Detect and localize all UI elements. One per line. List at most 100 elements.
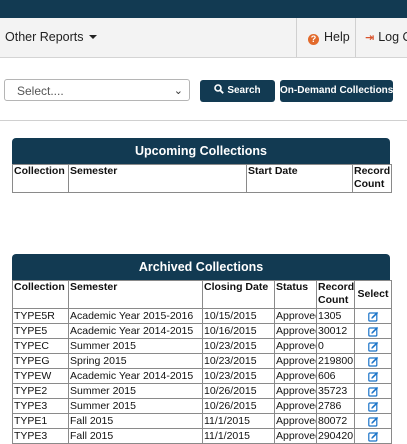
- status-cell: Approved: [274, 368, 317, 384]
- table-row: TYPEG Spring 2015 10/23/2015 Approved 219800: [12, 353, 392, 369]
- record-count-cell: 1305: [316, 308, 355, 324]
- semester-cell: Summer 2015: [68, 383, 203, 399]
- select-cell: [354, 338, 392, 354]
- search-button[interactable]: Search: [200, 80, 275, 102]
- record-count-cell: 0: [316, 338, 355, 354]
- record-count-cell: 219800: [316, 353, 355, 369]
- semester-cell: Academic Year 2015-2016: [68, 308, 203, 324]
- column-header: Closing Date: [202, 280, 275, 309]
- archived-collections-header: Archived Collections: [12, 254, 390, 280]
- select-cell: [354, 323, 392, 339]
- upcoming-header-row: Collection Semester Start Date Record Co…: [12, 164, 392, 193]
- closing-date-cell: 10/23/2015: [202, 353, 275, 369]
- on-demand-collections-button[interactable]: On-Demand Collections: [280, 80, 393, 102]
- column-header: Collection: [12, 280, 69, 309]
- select-cell: [354, 368, 392, 384]
- collection-cell: TYPE2: [12, 383, 69, 399]
- status-cell: Approved: [274, 353, 317, 369]
- collection-cell: TYPEW: [12, 368, 69, 384]
- record-count-cell: 35723: [316, 383, 355, 399]
- edit-icon[interactable]: [367, 311, 379, 322]
- collection-cell: TYPEC: [12, 338, 69, 354]
- record-count-cell: 30012: [316, 323, 355, 339]
- question-circle-icon: ?: [308, 34, 319, 45]
- select-cell: [354, 383, 392, 399]
- archived-collections-table: Collection Semester Closing Date Status …: [12, 280, 392, 444]
- column-header: Record Count: [316, 280, 355, 309]
- on-demand-label: On-Demand Collections: [280, 85, 394, 96]
- edit-icon[interactable]: [367, 356, 379, 367]
- status-cell: Approved: [274, 398, 317, 414]
- closing-date-cell: 10/16/2015: [202, 323, 275, 339]
- upcoming-title: Upcoming Collections: [135, 144, 267, 158]
- collection-cell: TYPE5: [12, 323, 69, 339]
- semester-cell: Spring 2015: [68, 353, 203, 369]
- closing-date-cell: 10/23/2015: [202, 338, 275, 354]
- edit-icon[interactable]: [367, 416, 379, 427]
- table-row: TYPE2 Summer 2015 10/26/2015 Approved 35723: [12, 383, 392, 399]
- archived-title: Archived Collections: [138, 260, 264, 274]
- closing-date-cell: 10/23/2015: [202, 368, 275, 384]
- table-row: TYPE5 Academic Year 2014-2015 10/16/2015 Ap…: [12, 323, 392, 339]
- semester-cell: Academic Year 2014-2015: [68, 323, 203, 339]
- edit-icon[interactable]: [367, 386, 379, 397]
- top-banner: [0, 0, 407, 18]
- select-value: Select....: [17, 84, 64, 98]
- logout-label: Log Out: [378, 30, 407, 44]
- collection-cell: TYPE1: [12, 413, 69, 429]
- status-cell: Approved: [274, 413, 317, 429]
- closing-date-cell: 11/1/2015: [202, 428, 275, 444]
- table-row: TYPE5R Academic Year 2015-2016 10/15/2015 A…: [12, 308, 392, 324]
- help-label: Help: [324, 30, 350, 44]
- collection-select[interactable]: Select.... ⌄: [4, 79, 190, 101]
- edit-icon[interactable]: [367, 341, 379, 352]
- table-row: TYPEW Academic Year 2014-2015 10/23/2015 Ap…: [12, 368, 392, 384]
- collection-cell: TYPEG: [12, 353, 69, 369]
- nav-divider: [296, 18, 297, 57]
- table-row: TYPEC Summer 2015 10/23/2015 Approved 0: [12, 338, 392, 354]
- table-row: TYPE3 Summer 2015 10/26/2015 Approved 2786: [12, 398, 392, 414]
- edit-icon[interactable]: [367, 371, 379, 382]
- select-cell: [354, 398, 392, 414]
- closing-date-cell: 10/26/2015: [202, 383, 275, 399]
- caret-down-icon: [88, 34, 97, 39]
- logout-link[interactable]: ⇥Log Out: [365, 30, 407, 44]
- column-header: Semester: [68, 280, 203, 309]
- upcoming-collections-header: Upcoming Collections: [12, 138, 390, 164]
- edit-icon[interactable]: [367, 401, 379, 412]
- nav-divider: [355, 18, 356, 57]
- select-cell: [354, 308, 392, 324]
- status-cell: Approved: [274, 338, 317, 354]
- status-cell: Approved: [274, 323, 317, 339]
- status-cell: Approved: [274, 383, 317, 399]
- column-header: Start Date: [246, 164, 353, 193]
- record-count-cell: 290420: [316, 428, 355, 444]
- search-icon: [214, 84, 225, 94]
- other-reports-dropdown[interactable]: Other Reports: [5, 30, 97, 44]
- table-row: TYPE3 Fall 2015 11/1/2015 Approved 290420: [12, 428, 392, 444]
- record-count-cell: 80072: [316, 413, 355, 429]
- sign-out-icon: ⇥: [365, 32, 375, 44]
- semester-cell: Fall 2015: [68, 428, 203, 444]
- navbar: Other Reports ? Help ⇥Log Out: [0, 18, 407, 58]
- edit-icon[interactable]: [367, 431, 379, 442]
- other-reports-label: Other Reports: [5, 30, 84, 44]
- edit-icon[interactable]: [367, 326, 379, 337]
- column-header: Collection: [12, 164, 69, 193]
- closing-date-cell: 10/26/2015: [202, 398, 275, 414]
- chevron-down-icon: ⌄: [173, 85, 183, 97]
- semester-cell: Academic Year 2014-2015: [68, 368, 203, 384]
- collection-cell: TYPE3: [12, 398, 69, 414]
- archived-header-row: Collection Semester Closing Date Status …: [12, 280, 392, 309]
- semester-cell: Fall 2015: [68, 413, 203, 429]
- closing-date-cell: 10/15/2015: [202, 308, 275, 324]
- select-cell: [354, 353, 392, 369]
- collection-cell: TYPE5R: [12, 308, 69, 324]
- column-header: Status: [274, 280, 317, 309]
- select-cell: [354, 413, 392, 429]
- semester-cell: Summer 2015: [68, 338, 203, 354]
- column-header: Select: [354, 280, 392, 309]
- help-link[interactable]: ? Help: [308, 30, 350, 45]
- column-header: Record Count: [352, 164, 392, 193]
- search-label: Search: [227, 85, 261, 96]
